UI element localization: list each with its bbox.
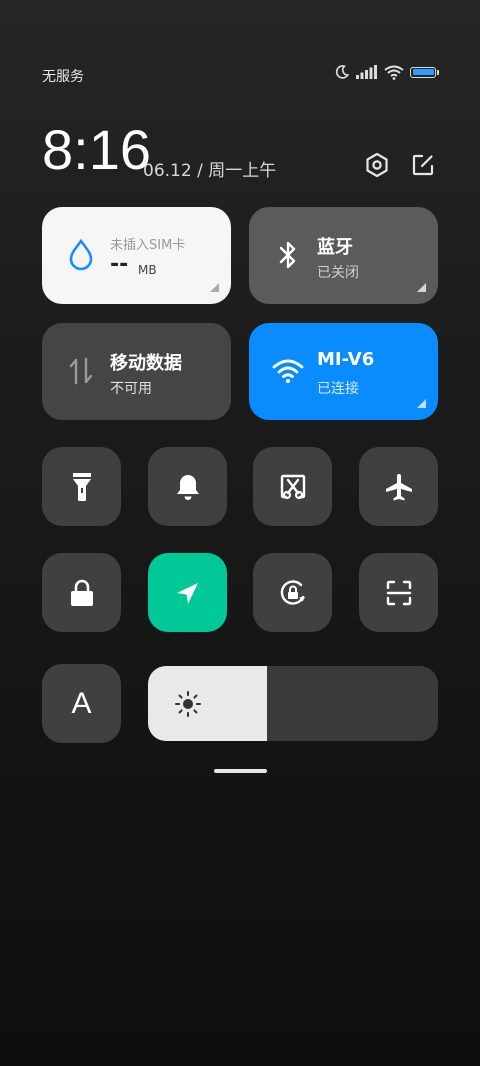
clock-time: 8:16 xyxy=(42,118,151,181)
rotation-lock-toggle[interactable] xyxy=(253,553,332,632)
mobile-data-title: 移动数据 xyxy=(110,353,182,374)
home-indicator[interactable] xyxy=(214,769,267,773)
wifi-tile[interactable]: MI-V6 已连接 xyxy=(249,323,438,420)
location-toggle[interactable] xyxy=(148,553,227,632)
bell-toggle[interactable] xyxy=(148,447,227,526)
airplane-mode-toggle[interactable] xyxy=(359,447,438,526)
lock-icon xyxy=(70,579,93,606)
expand-corner-icon xyxy=(417,399,426,408)
edit-icon[interactable] xyxy=(406,148,440,182)
scan-icon xyxy=(386,580,411,605)
bluetooth-icon xyxy=(271,237,305,273)
wifi-icon xyxy=(271,353,305,389)
rotation-lock-icon xyxy=(280,579,305,605)
brightness-slider[interactable] xyxy=(148,666,438,741)
brightness-fill xyxy=(148,666,267,741)
font-a-icon: A xyxy=(71,686,92,720)
screenshot-toggle[interactable] xyxy=(253,447,332,526)
carrier-status: 无服务 xyxy=(42,69,84,85)
flashlight-icon xyxy=(72,472,91,501)
data-usage-value: -- xyxy=(110,252,129,277)
mobile-data-status: 不可用 xyxy=(110,381,152,397)
clock-date: 06.12 / 周一上午 xyxy=(143,161,277,181)
airplane-icon xyxy=(385,473,412,500)
bluetooth-title: 蓝牙 xyxy=(317,237,353,258)
data-tile-title: 未插入SIM卡 xyxy=(110,238,186,253)
status-icons xyxy=(334,64,439,80)
wifi-network-name: MI-V6 xyxy=(317,349,375,370)
up-down-arrows-icon xyxy=(64,353,98,389)
data-usage-tile[interactable]: 未插入SIM卡 -- MB xyxy=(42,207,231,304)
battery-fill xyxy=(412,69,434,75)
battery-icon xyxy=(410,66,439,78)
bell-icon xyxy=(176,474,199,500)
expand-corner-icon xyxy=(417,283,426,292)
data-usage-unit: MB xyxy=(138,263,157,277)
flashlight-toggle[interactable] xyxy=(42,447,121,526)
screenshot-scissors-icon xyxy=(280,474,305,499)
sun-icon xyxy=(175,691,201,717)
wifi-icon xyxy=(384,65,404,80)
scanner-toggle[interactable] xyxy=(359,553,438,632)
expand-corner-icon xyxy=(210,283,219,292)
water-drop-icon xyxy=(64,237,98,273)
location-arrow-icon xyxy=(176,582,198,604)
bluetooth-tile[interactable]: 蓝牙 已关闭 xyxy=(249,207,438,304)
signal-icon xyxy=(356,65,377,79)
mobile-data-tile[interactable]: 移动数据 不可用 xyxy=(42,323,231,420)
wifi-status: 已连接 xyxy=(317,381,359,397)
bluetooth-status: 已关闭 xyxy=(317,265,359,281)
lock-screen-toggle[interactable] xyxy=(42,553,121,632)
moon-icon xyxy=(335,65,350,79)
font-size-toggle[interactable]: A xyxy=(42,664,121,743)
settings-hexagon-icon[interactable] xyxy=(360,148,394,182)
